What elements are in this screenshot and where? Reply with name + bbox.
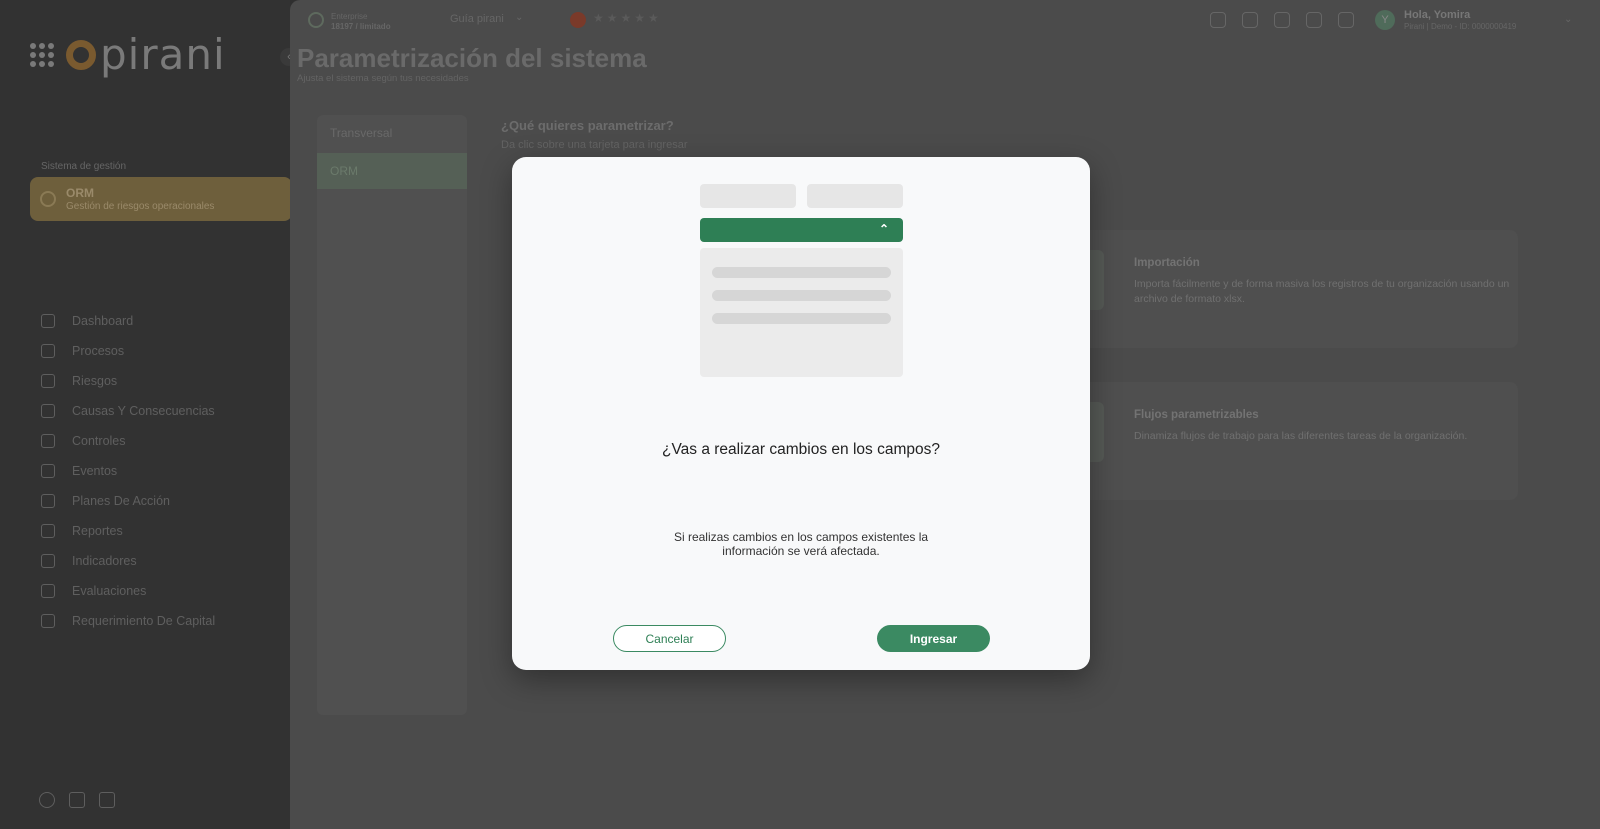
sidebar-item-evaluaciones[interactable]: Evaluaciones	[41, 576, 215, 606]
gear-icon[interactable]	[1306, 12, 1322, 28]
user-greeting: Hola, Yomira	[1404, 9, 1471, 21]
illustration-line	[712, 267, 891, 278]
module-icon	[40, 191, 56, 207]
apps-grid-icon[interactable]	[30, 43, 54, 67]
user-menu-chevron-icon[interactable]: ⌄	[1564, 14, 1572, 25]
avatar[interactable]: Y	[1375, 10, 1395, 30]
sidebar-item-label: Planes De Acción	[72, 494, 170, 508]
card-importacion[interactable]: Importación Importa fácilmente y de form…	[1050, 230, 1518, 348]
sidebar-nav: Dashboard Procesos Riesgos Causas Y Cons…	[41, 306, 215, 636]
module-title: ORM	[66, 186, 94, 200]
sidebar-item-label: Riesgos	[72, 374, 118, 388]
card-flujos[interactable]: Flujos parametrizables Dinamiza flujos d…	[1050, 382, 1518, 500]
sidebar-item-label: Evaluaciones	[72, 584, 147, 598]
sidebar-item-label: Indicadores	[72, 554, 137, 568]
tab-transversal[interactable]: Transversal	[317, 115, 467, 151]
illustration-line	[712, 313, 891, 324]
logo-circle-icon	[66, 40, 96, 70]
cancel-button[interactable]: Cancelar	[613, 625, 726, 652]
sidebar-item-label: Causas Y Consecuencias	[72, 404, 215, 418]
sidebar-item-label: Eventos	[72, 464, 118, 478]
crosshair-icon	[41, 554, 55, 568]
page-subtitle: Ajusta el sistema según tus necesidades	[297, 73, 469, 84]
chart-icon	[41, 524, 55, 538]
plan-usage: 18197 / limitado	[331, 22, 391, 31]
card-title: Flujos parametrizables	[1134, 409, 1259, 421]
sidebar-item-reportes[interactable]: Reportes	[41, 516, 215, 546]
sidebar-item-capital[interactable]: Requerimiento De Capital	[41, 606, 215, 636]
illustration-list	[700, 248, 903, 377]
warning-triangle-icon	[41, 464, 55, 478]
ingresar-button[interactable]: Ingresar	[877, 625, 990, 652]
form-fields-illustration: ⌃	[700, 184, 903, 377]
logo-row: pirani	[30, 34, 226, 76]
plan-name: Enterprise	[331, 12, 368, 21]
card-description: Dinamiza flujos de trabajo para las dife…	[1134, 430, 1468, 442]
credit-card-icon[interactable]	[99, 792, 115, 808]
topbar: Enterprise 18197 / limitado Guía pirani …	[290, 0, 1600, 40]
sidebar-item-label: Dashboard	[72, 314, 134, 328]
illustration-line	[712, 290, 891, 301]
confirm-modal: ⌃ ¿Vas a realizar cambios en los campos?…	[512, 157, 1090, 670]
chevron-down-icon[interactable]: ⌄	[515, 12, 523, 23]
parametrization-tabs: Transversal ORM	[317, 115, 467, 715]
sidebar-item-label: Requerimiento De Capital	[72, 614, 216, 628]
add-user-icon[interactable]	[1210, 12, 1226, 28]
bell-icon[interactable]	[1274, 12, 1290, 28]
sidebar-item-eventos[interactable]: Eventos	[41, 456, 215, 486]
section-subtitle: Da clic sobre una tarjeta para ingresar	[501, 139, 688, 151]
bowtie-icon	[41, 404, 55, 418]
sidebar-item-causas[interactable]: Causas Y Consecuencias	[41, 396, 215, 426]
modal-title: ¿Vas a realizar cambios en los campos?	[662, 441, 940, 458]
sidebar-item-controles[interactable]: Controles	[41, 426, 215, 456]
g2-icon	[570, 12, 586, 28]
sidebar-item-riesgos[interactable]: Riesgos	[41, 366, 215, 396]
dollar-circle-icon	[41, 614, 55, 628]
list-icon	[41, 344, 55, 358]
sidebar-item-indicadores[interactable]: Indicadores	[41, 546, 215, 576]
sidebar-item-dashboard[interactable]: Dashboard	[41, 306, 215, 336]
illustration-field	[807, 184, 903, 208]
card-description: Importa fácilmente y de forma masiva los…	[1134, 278, 1510, 305]
pirani-logo: pirani	[66, 34, 226, 76]
illustration-dropdown: ⌃	[700, 218, 903, 242]
book-icon[interactable]	[1242, 12, 1258, 28]
topbar-actions	[1210, 12, 1354, 28]
help-icon[interactable]	[39, 792, 55, 808]
sidebar-item-label: Reportes	[72, 524, 123, 538]
module-subtitle: Gestión de riesgos operacionales	[66, 201, 215, 212]
illustration-field	[700, 184, 796, 208]
user-org: Pirani | Demo - ID: 0000000419	[1404, 22, 1517, 31]
page-title: Parametrización del sistema	[297, 43, 647, 73]
sidebar: pirani Sistema de gestión ORM Gestión de…	[0, 0, 292, 829]
alert-circle-icon	[41, 374, 55, 388]
card-title: Importación	[1134, 257, 1200, 269]
checkbox-icon	[41, 494, 55, 508]
sidebar-item-label: Procesos	[72, 344, 125, 358]
modal-text: Si realizas cambios en los campos existe…	[673, 530, 929, 558]
sidebar-item-procesos[interactable]: Procesos	[41, 336, 215, 366]
section-title: ¿Qué quieres parametrizar?	[501, 118, 674, 133]
logo-text: pirani	[100, 30, 226, 79]
tab-orm[interactable]: ORM	[317, 153, 467, 189]
sidebar-footer	[39, 792, 115, 808]
monitor-icon	[41, 314, 55, 328]
sidebar-item-planes[interactable]: Planes De Acción	[41, 486, 215, 516]
checklist-icon	[41, 584, 55, 598]
magic-wand-icon[interactable]	[1338, 12, 1354, 28]
system-label: Sistema de gestión	[41, 161, 127, 172]
flask-icon[interactable]	[69, 792, 85, 808]
plan-icon	[308, 12, 324, 28]
rating-stars[interactable]: ★★★★★	[593, 11, 662, 25]
active-module-card[interactable]: ORM Gestión de riesgos operacionales	[30, 177, 292, 221]
sliders-icon	[41, 434, 55, 448]
chevron-up-icon: ⌃	[878, 222, 889, 236]
guide-dropdown[interactable]: Guía pirani	[450, 13, 504, 25]
sidebar-item-label: Controles	[72, 434, 126, 448]
